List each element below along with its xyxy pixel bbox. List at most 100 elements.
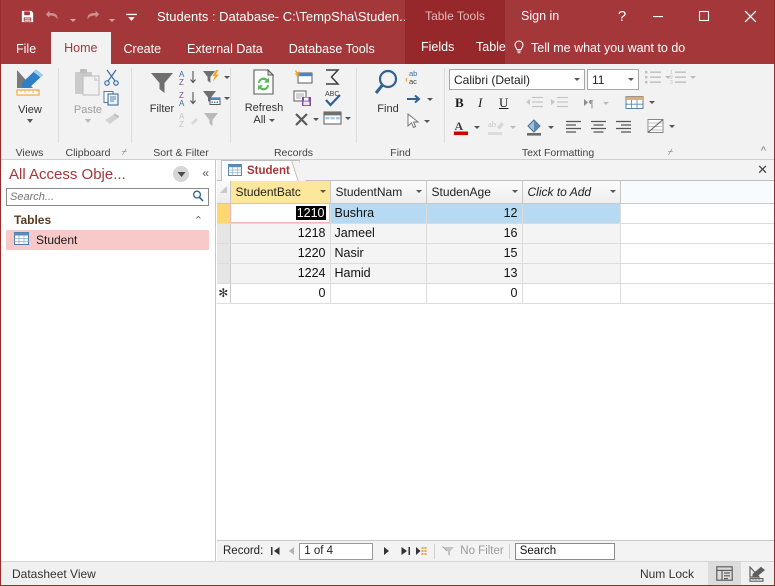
copy-button[interactable] xyxy=(103,90,120,106)
select-button[interactable] xyxy=(405,113,430,129)
redo-icon[interactable] xyxy=(80,4,104,28)
select-all-corner[interactable] xyxy=(217,181,231,204)
collapse-pane-icon[interactable]: « xyxy=(202,166,209,180)
align-left-button[interactable] xyxy=(565,120,582,133)
save-icon[interactable] xyxy=(15,4,39,28)
column-header-studentage[interactable]: StudenAge xyxy=(426,181,523,204)
tab-file[interactable]: File xyxy=(1,34,51,64)
navigation-search[interactable] xyxy=(6,188,209,206)
decrease-indent-button[interactable] xyxy=(525,96,544,110)
sort-ascending-button[interactable]: A Z xyxy=(179,69,199,86)
cut-button[interactable] xyxy=(103,69,120,86)
toggle-filter-button[interactable] xyxy=(202,111,221,127)
cell-studentbatch[interactable]: 0 xyxy=(230,283,331,304)
font-name-combo[interactable]: Calibri (Detail) xyxy=(449,69,585,90)
cell-click-to-add[interactable] xyxy=(522,203,621,224)
numbering-button[interactable]: 123 xyxy=(670,70,696,84)
cell-studentage[interactable]: 0 xyxy=(426,283,523,304)
column-dropdown-icon[interactable] xyxy=(415,190,422,193)
go-to-dropdown-icon[interactable] xyxy=(427,97,433,101)
highlight-dropdown-icon[interactable] xyxy=(510,125,516,129)
cell-studentage[interactable]: 16 xyxy=(426,223,523,244)
text-highlight-button[interactable]: ab xyxy=(487,118,516,136)
spelling-button[interactable]: ABC xyxy=(323,89,345,107)
align-right-button[interactable] xyxy=(615,120,632,133)
delete-record-button[interactable] xyxy=(293,111,319,127)
more-dropdown-icon[interactable] xyxy=(345,117,351,120)
font-size-combo[interactable]: 11 xyxy=(587,69,639,90)
alt-row-dropdown-icon[interactable] xyxy=(669,125,675,128)
increase-indent-button[interactable] xyxy=(550,96,569,110)
close-object-button[interactable]: ✕ xyxy=(757,162,768,178)
refresh-dropdown-icon[interactable] xyxy=(268,118,275,122)
document-tab-student[interactable]: Student xyxy=(221,160,306,182)
cell-studentage[interactable]: 13 xyxy=(426,263,523,284)
tab-fields[interactable]: Fields xyxy=(408,32,467,62)
font-color-dropdown-icon[interactable] xyxy=(474,125,480,129)
cell-studentname[interactable]: Hamid xyxy=(330,263,427,284)
new-record-icon[interactable] xyxy=(413,543,429,560)
first-record-icon[interactable] xyxy=(267,543,283,560)
text-direction-button[interactable]: ¶ xyxy=(583,96,609,110)
tab-create[interactable]: Create xyxy=(111,34,175,64)
go-to-button[interactable] xyxy=(405,92,433,106)
cell-click-to-add[interactable] xyxy=(522,243,621,264)
new-record-row-selector[interactable]: ✻ xyxy=(217,283,231,304)
previous-record-icon[interactable] xyxy=(283,543,299,560)
cell-click-to-add[interactable] xyxy=(522,263,621,284)
cell-studentbatch[interactable]: 1210 xyxy=(230,203,331,224)
cell-click-to-add[interactable] xyxy=(522,223,621,244)
help-button[interactable]: ? xyxy=(605,0,639,32)
sort-descending-button[interactable]: Z A xyxy=(179,90,199,107)
italic-button[interactable]: I xyxy=(478,95,482,111)
customize-qat-icon[interactable] xyxy=(119,4,143,28)
close-button[interactable] xyxy=(727,0,773,32)
paste-dropdown-icon[interactable] xyxy=(85,119,91,123)
cell-studentname[interactable]: Nasir xyxy=(330,243,427,264)
fill-color-button[interactable] xyxy=(525,118,554,136)
underline-button[interactable]: U xyxy=(499,95,508,111)
cell-click-to-add[interactable] xyxy=(522,283,621,304)
next-record-icon[interactable] xyxy=(378,543,394,560)
collapse-ribbon-icon[interactable]: ^ xyxy=(761,145,766,157)
advanced-filter-button[interactable] xyxy=(202,90,230,106)
totals-button[interactable] xyxy=(323,68,342,86)
clipboard-dialog-launcher[interactable]: ⌿ xyxy=(122,147,127,158)
view-button[interactable]: View xyxy=(4,68,56,123)
selection-filter-button[interactable] xyxy=(202,69,230,85)
font-color-button[interactable]: A xyxy=(453,118,480,136)
cell-studentname[interactable]: Jameel xyxy=(330,223,427,244)
cell-studentbatch[interactable]: 1218 xyxy=(230,223,331,244)
undo-dropdown-icon[interactable] xyxy=(67,5,78,27)
column-dropdown-icon[interactable] xyxy=(319,190,326,193)
record-search-box[interactable]: Search xyxy=(514,542,615,560)
new-record-button[interactable] xyxy=(293,69,314,85)
alternate-row-color-button[interactable] xyxy=(647,118,675,135)
remove-sort-button[interactable]: A Z xyxy=(179,111,199,128)
tab-table[interactable]: Table xyxy=(463,32,519,62)
last-record-icon[interactable] xyxy=(397,543,413,560)
bold-button[interactable]: B xyxy=(455,95,464,111)
column-header-click-to-add[interactable]: Click to Add xyxy=(522,181,621,204)
minimize-button[interactable] xyxy=(635,0,681,32)
redo-dropdown-icon[interactable] xyxy=(106,5,117,27)
search-icon[interactable] xyxy=(190,190,208,205)
font-name-dropdown-icon[interactable] xyxy=(569,70,584,89)
table-row[interactable]: 1210 Bushra 12 xyxy=(217,203,774,224)
cell-studentname[interactable] xyxy=(330,283,427,304)
replace-button[interactable]: ab ac xyxy=(405,68,427,86)
design-view-icon[interactable] xyxy=(741,562,774,586)
align-center-button[interactable] xyxy=(590,120,607,133)
tell-me-search[interactable]: Tell me what you want to do xyxy=(513,32,685,64)
table-row-new[interactable]: ✻ 0 0 xyxy=(217,283,774,304)
datasheet-view-icon[interactable] xyxy=(708,561,741,585)
numbering-dropdown-icon[interactable] xyxy=(690,75,696,79)
cell-studentage[interactable]: 12 xyxy=(426,203,523,224)
cell-studentname[interactable]: Bushra xyxy=(330,203,427,224)
cell-studentbatch[interactable]: 1220 xyxy=(230,243,331,264)
fill-color-dropdown-icon[interactable] xyxy=(548,125,554,129)
filter-indicator-icon[interactable] xyxy=(440,543,456,560)
tab-home[interactable]: Home xyxy=(51,32,111,64)
table-row[interactable]: 1224 Hamid 13 xyxy=(217,263,774,284)
maximize-button[interactable] xyxy=(681,0,727,32)
